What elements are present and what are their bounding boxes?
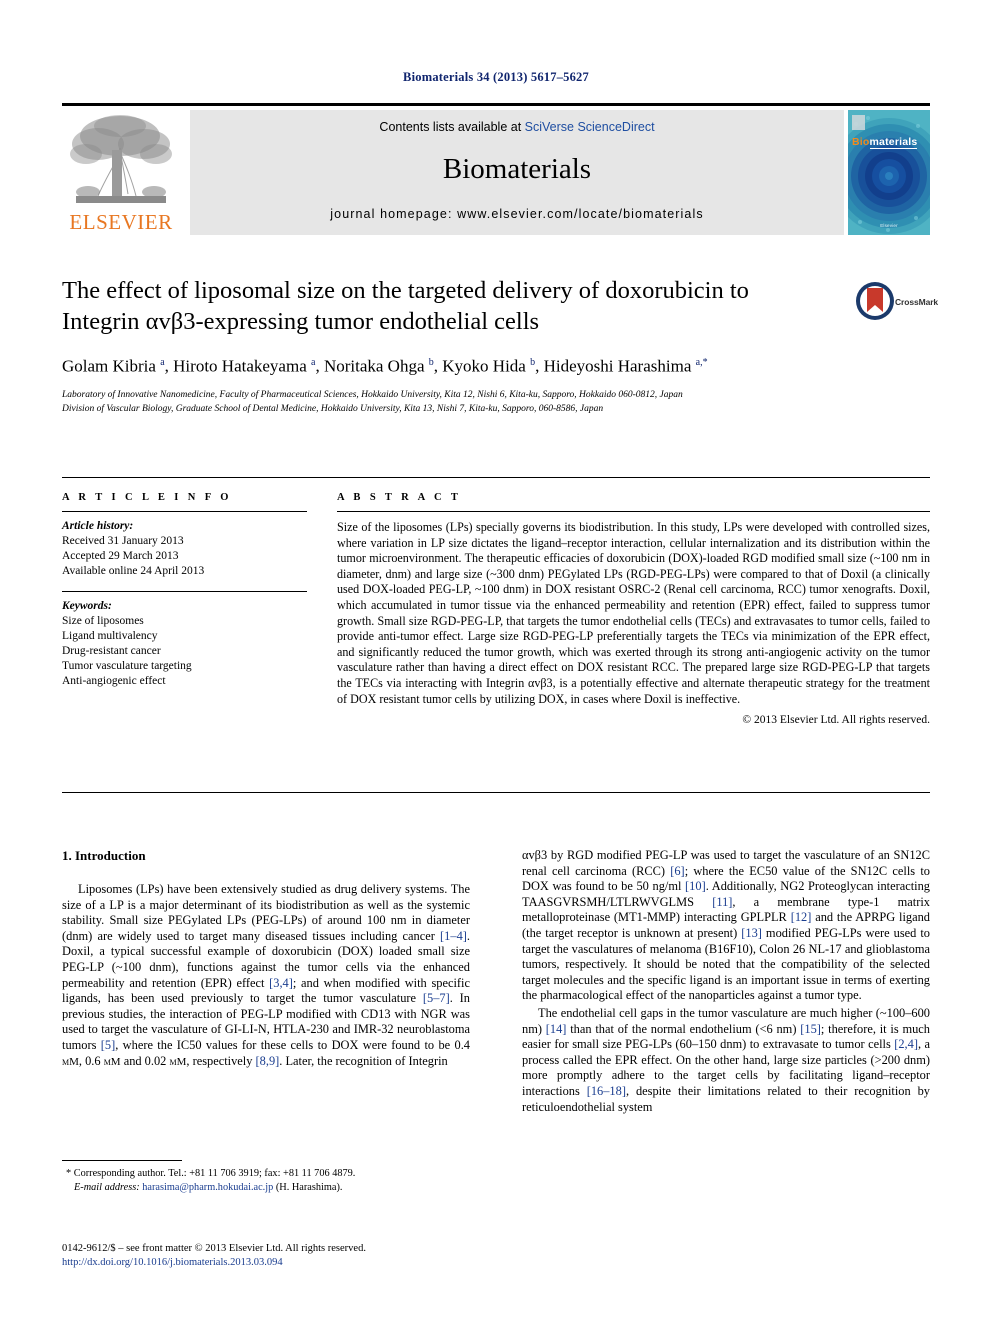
affiliation-a: Laboratory of Innovative Nanomedicine, F… — [62, 389, 683, 400]
sciencedirect-link[interactable]: SciVerse ScienceDirect — [525, 120, 655, 134]
article-info-separator — [62, 591, 307, 592]
journal-title: Biomaterials — [442, 153, 592, 185]
abstract-text: Size of the liposomes (LPs) specially go… — [337, 520, 930, 706]
cover-footer-text: Elsevier — [880, 223, 898, 228]
front-matter-line: 0142-9612/$ – see front matter © 2013 El… — [62, 1243, 366, 1254]
keyword-item: Size of liposomes — [62, 615, 144, 627]
contents-prefix: Contents lists available at — [379, 120, 525, 134]
keywords-label: Keywords: — [62, 600, 112, 612]
intro-paragraph-1: Liposomes (LPs) have been extensively st… — [62, 882, 470, 1068]
footnote-rule — [62, 1160, 182, 1161]
page-footer: 0142-9612/$ – see front matter © 2013 El… — [62, 1242, 562, 1270]
cover-publisher-mark-icon — [852, 115, 865, 130]
keyword-item: Anti-angiogenic effect — [62, 675, 166, 687]
contents-available-line: Contents lists available at SciVerse Sci… — [190, 120, 844, 134]
journal-article-page: Biomaterials 34 (2013) 5617–5627 ELSEVIE… — [0, 0, 992, 1323]
contents-banner: Contents lists available at SciVerse Sci… — [190, 110, 844, 235]
keyword-item: Tumor vasculature targeting — [62, 660, 192, 672]
intro-paragraph-2: The endothelial cell gaps in the tumor v… — [522, 1005, 931, 1114]
cover-title-part2: materials — [869, 136, 918, 149]
article-title: The effect of liposomal size on the targ… — [62, 277, 749, 335]
abstract-column: A B S T R A C T Size of the liposomes (L… — [337, 492, 930, 726]
author-list: Golam Kibria a, Hiroto Hatakeyama a, Nor… — [62, 356, 708, 376]
elsevier-logo: ELSEVIER — [62, 110, 180, 236]
affiliation-b: Division of Vascular Biology, Graduate S… — [62, 404, 604, 415]
keyword-item: Ligand multivalency — [62, 630, 158, 642]
keyword-item: Drug-resistant cancer — [62, 645, 161, 657]
corresponding-author-footnote: * Corresponding author. Tel.: +81 11 706… — [62, 1160, 470, 1194]
elsevier-tree-icon — [70, 115, 172, 203]
journal-masthead: ELSEVIER Contents lists available at Sci… — [62, 103, 930, 238]
article-info-heading: A R T I C L E I N F O — [62, 492, 232, 503]
doi-link[interactable]: http://dx.doi.org/10.1016/j.biomaterials… — [62, 1256, 562, 1270]
article-history-label: Article history: — [62, 520, 134, 532]
article-history-item: Accepted 29 March 2013 — [62, 550, 179, 562]
running-head: Biomaterials 34 (2013) 5617–5627 — [403, 70, 589, 84]
section-heading-introduction: 1. Introduction — [62, 848, 146, 863]
article-history-group: Article history: Received 31 January 201… — [62, 519, 307, 579]
cover-title: Biomaterials — [852, 136, 918, 149]
article-info-heading-rule — [62, 511, 307, 512]
intro-paragraph-1-continued: αvβ3 by RGD modified PEG-LP was used to … — [522, 848, 931, 1003]
article-info-column: A R T I C L E I N F O Article history: R… — [62, 492, 307, 689]
abstract-heading: A B S T R A C T — [337, 492, 462, 503]
crossmark-badge[interactable]: CrossMark — [855, 281, 938, 327]
article-history-item: Available online 24 April 2013 — [62, 565, 205, 577]
cover-title-part1: Bio — [852, 136, 870, 148]
body-column-right: αvβ3 by RGD modified PEG-LP was used to … — [522, 848, 930, 1117]
crossmark-icon — [856, 282, 894, 320]
article-title-block: The effect of liposomal size on the targ… — [62, 275, 930, 417]
journal-cover-thumbnail[interactable]: Biomaterials Elsevier — [848, 110, 930, 235]
journal-homepage-link[interactable]: journal homepage: www.elsevier.com/locat… — [190, 207, 844, 221]
crossmark-label: CrossMark — [895, 297, 939, 307]
info-top-rule — [62, 477, 930, 478]
elsevier-wordmark: ELSEVIER — [69, 210, 173, 234]
abstract-bottom-rule — [62, 792, 930, 793]
abstract-heading-rule — [337, 511, 930, 512]
abstract-copyright: © 2013 Elsevier Ltd. All rights reserved… — [742, 714, 930, 727]
keywords-group: Keywords: Size of liposomes Ligand multi… — [62, 599, 307, 689]
body-column-left: 1. Introduction Liposomes (LPs) have bee… — [62, 848, 470, 1072]
article-history-item: Received 31 January 2013 — [62, 535, 184, 547]
corresponding-email-line[interactable]: E-mail address: harasima@pharm.hokudai.a… — [62, 1181, 470, 1195]
corresponding-author-line: * Corresponding author. Tel.: +81 11 706… — [66, 1168, 356, 1179]
